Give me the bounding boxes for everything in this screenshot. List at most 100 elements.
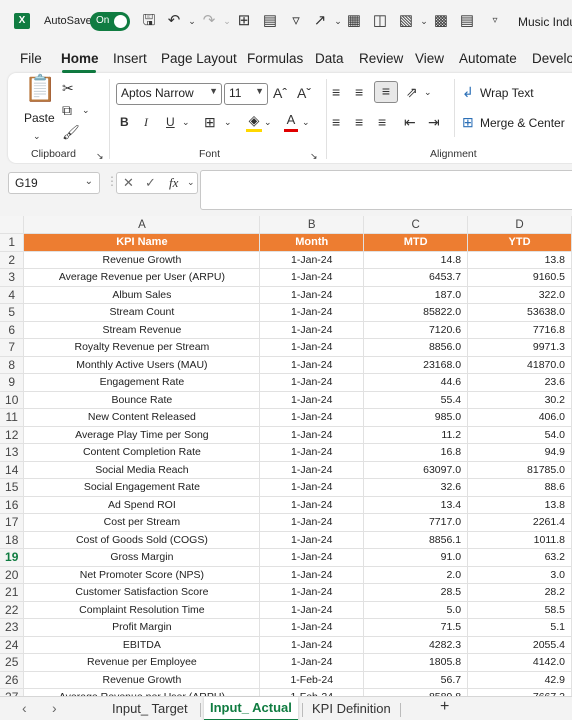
- chart-icon[interactable]: ◫: [371, 12, 389, 30]
- cell-ytd[interactable]: 9160.5: [467, 268, 572, 287]
- save-icon[interactable]: 🖫: [140, 12, 158, 30]
- row-number[interactable]: 15: [0, 478, 25, 497]
- cell-month[interactable]: 1-Feb-24: [259, 688, 365, 696]
- row-number[interactable]: 22: [0, 601, 25, 619]
- cell-mtd[interactable]: 85822.0: [363, 303, 469, 322]
- header-month[interactable]: Month: [259, 233, 365, 252]
- cell-month[interactable]: 1-Jan-24: [259, 408, 365, 427]
- cell-month[interactable]: 1-Jan-24: [259, 548, 365, 567]
- increase-indent-icon[interactable]: ⇥: [428, 113, 440, 131]
- cell-kpi-name[interactable]: Bounce Rate: [23, 391, 261, 409]
- grid-icon[interactable]: ▦: [345, 12, 363, 30]
- row-number[interactable]: 17: [0, 513, 25, 532]
- undo-dropdown-icon[interactable]: ⌄: [183, 12, 201, 30]
- cell-mtd[interactable]: 55.4: [363, 391, 469, 409]
- decrease-font-icon[interactable]: Aˇ: [297, 84, 311, 102]
- merge-center-button[interactable]: Merge & Center: [480, 116, 565, 130]
- cell-ytd[interactable]: 1011.8: [467, 531, 572, 549]
- orientation-icon[interactable]: ⇗: [406, 83, 418, 101]
- row-number[interactable]: 2: [0, 251, 25, 269]
- calculator-dropdown-icon[interactable]: ⌄: [415, 12, 433, 30]
- cell-kpi-name[interactable]: Net Promoter Score (NPS): [23, 566, 261, 584]
- paste-button[interactable]: Paste: [24, 111, 55, 125]
- cell-ytd[interactable]: 42.9: [467, 671, 572, 689]
- font-name-select[interactable]: Aptos Narrow ▼: [116, 83, 222, 105]
- cell-mtd[interactable]: 28.5: [363, 583, 469, 602]
- row-number[interactable]: 8: [0, 356, 25, 374]
- row-number[interactable]: 1: [0, 233, 25, 252]
- cell-kpi-name[interactable]: Monthly Active Users (MAU): [23, 356, 261, 374]
- header-mtd[interactable]: MTD: [363, 233, 469, 252]
- cell-kpi-name[interactable]: Revenue Growth: [23, 671, 261, 689]
- cell-mtd[interactable]: 16.8: [363, 443, 469, 462]
- undo-icon[interactable]: ↶: [165, 12, 183, 30]
- row-number[interactable]: 5: [0, 303, 25, 322]
- cell-kpi-name[interactable]: Ad Spend ROI: [23, 496, 261, 514]
- cell-month[interactable]: 1-Jan-24: [259, 251, 365, 269]
- fill-color-icon[interactable]: ◈: [246, 111, 262, 132]
- cell-ytd[interactable]: 23.6: [467, 373, 572, 392]
- borders-icon[interactable]: ⊞: [235, 12, 253, 30]
- row-number[interactable]: 13: [0, 443, 25, 462]
- cell-month[interactable]: 1-Jan-24: [259, 653, 365, 672]
- tab-insert[interactable]: Insert: [113, 51, 147, 66]
- cell-mtd[interactable]: 44.6: [363, 373, 469, 392]
- cell-kpi-name[interactable]: Complaint Resolution Time: [23, 601, 261, 619]
- cell-mtd[interactable]: 71.5: [363, 618, 469, 637]
- calculator-icon[interactable]: ▧: [397, 12, 415, 30]
- cell-ytd[interactable]: 54.0: [467, 426, 572, 444]
- tab-page-layout[interactable]: Page Layout: [161, 51, 237, 66]
- formula-input[interactable]: [200, 170, 572, 210]
- align-bottom-icon[interactable]: ≡: [374, 81, 398, 103]
- cell-kpi-name[interactable]: Engagement Rate: [23, 373, 261, 392]
- tab-view[interactable]: View: [415, 51, 444, 66]
- cell-kpi-name[interactable]: Royalty Revenue per Stream: [23, 338, 261, 357]
- cell-ytd[interactable]: 41870.0: [467, 356, 572, 374]
- row-number[interactable]: 14: [0, 461, 25, 479]
- cancel-icon[interactable]: ✕: [123, 175, 134, 191]
- cell-mtd[interactable]: 32.6: [363, 478, 469, 497]
- cell-ytd[interactable]: 53638.0: [467, 303, 572, 322]
- cell-kpi-name[interactable]: Gross Margin: [23, 548, 261, 567]
- row-number[interactable]: 25: [0, 653, 25, 672]
- customize-toolbar-icon[interactable]: ▿: [486, 12, 504, 30]
- row-number[interactable]: 26: [0, 671, 25, 689]
- cell-month[interactable]: 1-Jan-24: [259, 373, 365, 392]
- format-painter-icon[interactable]: 🖌: [62, 123, 80, 141]
- cell-ytd[interactable]: 13.8: [467, 251, 572, 269]
- insert-function-button[interactable]: fx: [169, 175, 178, 191]
- paste-dropdown-icon[interactable]: ⌄: [33, 127, 41, 145]
- cell-ytd[interactable]: 3.0: [467, 566, 572, 584]
- border-icon[interactable]: ⊞: [204, 113, 216, 131]
- cell-kpi-name[interactable]: Stream Revenue: [23, 321, 261, 339]
- cell-month[interactable]: 1-Jan-24: [259, 303, 365, 322]
- font-launcher-icon[interactable]: ↘: [310, 147, 318, 165]
- align-right-icon[interactable]: ≡: [378, 113, 386, 131]
- cell-mtd[interactable]: 63097.0: [363, 461, 469, 479]
- cell-ytd[interactable]: 4142.0: [467, 653, 572, 672]
- cell-mtd[interactable]: 13.4: [363, 496, 469, 514]
- cell-kpi-name[interactable]: Album Sales: [23, 286, 261, 304]
- column-header-a[interactable]: A: [23, 216, 261, 234]
- column-header-c[interactable]: C: [363, 216, 469, 234]
- cell-kpi-name[interactable]: Social Media Reach: [23, 461, 261, 479]
- cell-kpi-name[interactable]: Cost per Stream: [23, 513, 261, 532]
- cell-ytd[interactable]: 2261.4: [467, 513, 572, 532]
- column-header-b[interactable]: B: [259, 216, 365, 234]
- cell-month[interactable]: 1-Jan-24: [259, 478, 365, 497]
- sheet-tab-input-target[interactable]: Input_ Target: [112, 701, 188, 716]
- spreadsheet-grid[interactable]: A B C D 1 KPI Name Month MTD YTD 2 Revenu…: [0, 216, 572, 696]
- sheet-tab-input-actual[interactable]: Input_ Actual: [204, 697, 298, 720]
- increase-font-icon[interactable]: Aˆ: [273, 84, 287, 102]
- cell-mtd[interactable]: 2.0: [363, 566, 469, 584]
- cell-month[interactable]: 1-Jan-24: [259, 286, 365, 304]
- cell-mtd[interactable]: 5.0: [363, 601, 469, 619]
- cell-mtd[interactable]: 187.0: [363, 286, 469, 304]
- cell-month[interactable]: 1-Jan-24: [259, 618, 365, 637]
- row-number[interactable]: 10: [0, 391, 25, 409]
- cell-mtd[interactable]: 985.0: [363, 408, 469, 427]
- font-color-dropdown-icon[interactable]: ⌄: [302, 113, 310, 131]
- cell-month[interactable]: 1-Jan-24: [259, 496, 365, 514]
- fill-color-dropdown-icon[interactable]: ⌄: [264, 113, 272, 131]
- underline-icon[interactable]: U: [166, 113, 175, 131]
